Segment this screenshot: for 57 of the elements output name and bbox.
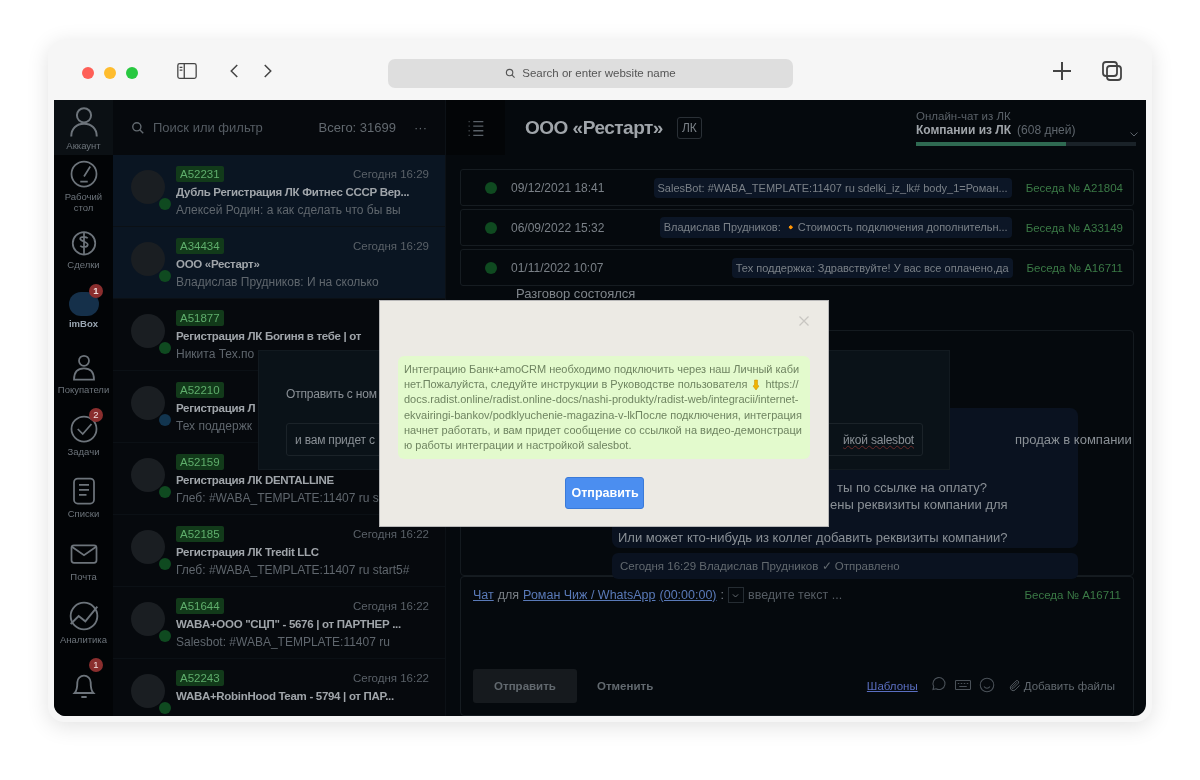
deal-tag: A52243: [176, 670, 224, 686]
chat-preview: Глеб: #WABA_TEMPLATE:11407 ru s: [176, 490, 379, 506]
conversation-preview: Тех поддержка: Здравствуйте! У вас все оплачено,да: [731, 257, 1013, 278]
chat-preview: Никита Тех.по: [176, 346, 255, 362]
chat-preview: Алексей Родин: а как сделать что бы вы: [176, 202, 401, 218]
for-label: для: [497, 588, 520, 602]
dialog-title: Отправить с ном: [286, 387, 377, 401]
chat-title: WABA+ООО "СЦП" - 5676 | от ПАРТНЕР ...: [176, 617, 401, 632]
chat-preview: Глеб: #WABA_TEMPLATE:11407 ru start5#: [176, 562, 410, 578]
chat-title: ООО «Рестарт»: [176, 257, 260, 272]
chat-title: Регистрация Л: [176, 401, 256, 416]
count-badge: 2: [89, 408, 103, 423]
chat-title: Регистрация ЛК Tredit LLC: [176, 545, 319, 560]
message-text: ты по ссылке на оплату?: [837, 480, 988, 496]
chat-preview: Тех поддержк: [176, 418, 252, 434]
chat-title: Регистрация ЛК Богиня в тебе | от: [176, 329, 362, 344]
conversation-number: Беседа № A16711: [1024, 589, 1121, 601]
chat-time: Сегодня 16:29: [352, 168, 429, 180]
count-badge: 1: [89, 283, 103, 298]
message-text: ены реквизиты компании для: [830, 497, 1008, 513]
pipeline-days: (608 дней): [1017, 122, 1076, 137]
message-status: Сегодня 16:29 Владислав Прудников ✓ Отправлено: [612, 553, 1078, 579]
message-text: продаж в компании: [1015, 432, 1132, 448]
deal-tag: A51877: [176, 310, 224, 326]
chat-time: Сегодня 16:22: [352, 600, 429, 612]
conversation-date: 09/12/2021 18:41: [511, 180, 606, 195]
source-tag: ЛК: [676, 116, 702, 139]
conversation-number: Беседа № A21804: [1025, 181, 1123, 194]
message-text: Интеграцию Банк+amoCRM необходимо подключить через наш Личный кабинет.Пожалуйста, следуйте инструкции в Руководстве пользователя https://docs.radist.online/radist.online-docs/nashi-produkty/radist-web/integracii/internet-ekvairingi-bankov/podklyuchenie-magazina-v-lkПосле подключения, интеграция начнет работать, и вам придет сообщение со ссылкой на видео-демонстрацию работы интеграции и настройкой salesbot.: [398, 356, 810, 460]
count-badge: 1: [89, 657, 103, 672]
chat-time: Сегодня 16:29: [352, 240, 429, 252]
chat-time: Сегодня 16:22: [352, 528, 429, 540]
chat-preview: Salesbot: #WABA_TEMPLATE:11407 ru: [176, 634, 390, 650]
conversation-date: 06/09/2022 15:32: [511, 220, 606, 235]
conversation-number: Беседа № A16711: [1026, 261, 1123, 274]
deal-tag: A52185: [176, 526, 224, 542]
chat-time: Сегодня 16:22: [352, 672, 429, 684]
deal-tag: A34434: [176, 238, 224, 254]
total-count: Всего: 31699: [318, 120, 396, 135]
conversation-preview: SalesBot: #WABA_TEMPLATE:11407 ru sdelki_iz_lk# body_1=Роман...: [653, 177, 1012, 198]
chat-title: WABA+RobinHood Team - 5794 | от ПАР...: [176, 689, 394, 704]
conversation-number: Беседа № A33149: [1025, 221, 1123, 234]
chat-preview: Владислав Прудников: И на сколько: [176, 274, 379, 290]
deal-tag: A52231: [176, 166, 224, 182]
conversation-preview: Владислав Прудников: 🔸Стоимость подключения дополнительн...: [659, 217, 1012, 238]
chat-title: Регистрация ЛК DENTALLINE: [176, 473, 334, 488]
pipeline-name: Компании из ЛК: [916, 122, 1012, 137]
colon-label: :: [720, 588, 724, 602]
message-text: Или может кто-нибудь из коллег добавить реквизиты компании?: [618, 530, 1008, 546]
chat-title: Дубль Регистрация ЛК Фитнес СССР Вер...: [176, 185, 410, 200]
conversation-date: 01/11/2022 10:07: [511, 260, 605, 275]
chat-title: ООО «Рестарт»: [525, 116, 663, 139]
source-label: Онлайн-чат из ЛК: [916, 109, 1012, 122]
deal-tag: A52210: [176, 382, 224, 398]
deal-tag: A52159: [176, 454, 224, 470]
call-note: Разговор состоялся: [516, 286, 637, 302]
deal-tag: A51644: [176, 598, 224, 614]
